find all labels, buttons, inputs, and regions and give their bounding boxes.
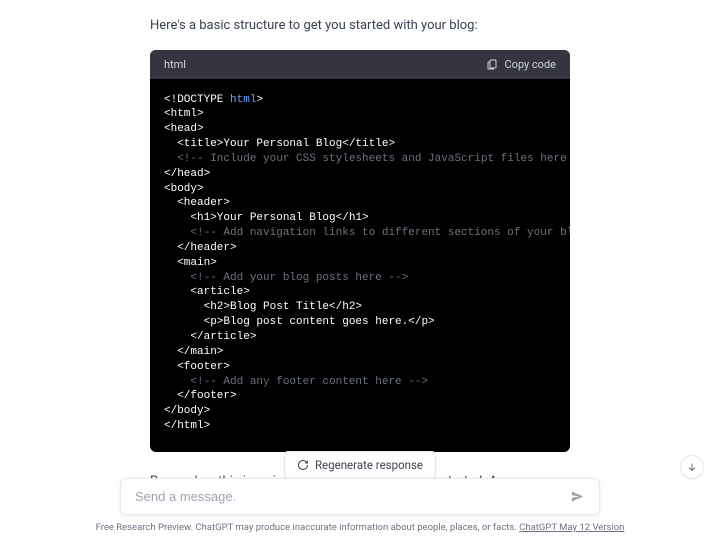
regenerate-label: Regenerate response [315, 458, 423, 472]
refresh-icon [297, 459, 309, 471]
scroll-to-bottom-button[interactable] [680, 455, 704, 479]
clipboard-icon [486, 58, 498, 70]
code-language-label: html [164, 58, 186, 71]
version-link[interactable]: ChatGPT May 12 Version [519, 522, 624, 533]
code-block: html Copy code <!DOCTYPE html><html><hea… [150, 50, 570, 452]
disclaimer-footer: Free Research Preview. ChatGPT may produ… [0, 522, 720, 533]
regenerate-response-button[interactable]: Regenerate response [284, 451, 436, 479]
message-input-bar [120, 478, 600, 515]
send-icon[interactable] [570, 489, 585, 504]
intro-text: Here's a basic structure to get you star… [150, 16, 570, 36]
message-input[interactable] [135, 489, 570, 504]
code-content: <!DOCTYPE html><html><head> <title>Your … [150, 79, 570, 452]
disclaimer-text: Free Research Preview. ChatGPT may produ… [96, 522, 520, 533]
code-header: html Copy code [150, 50, 570, 79]
copy-code-button[interactable]: Copy code [486, 58, 556, 71]
copy-code-label: Copy code [504, 58, 556, 71]
arrow-down-icon [686, 461, 698, 473]
